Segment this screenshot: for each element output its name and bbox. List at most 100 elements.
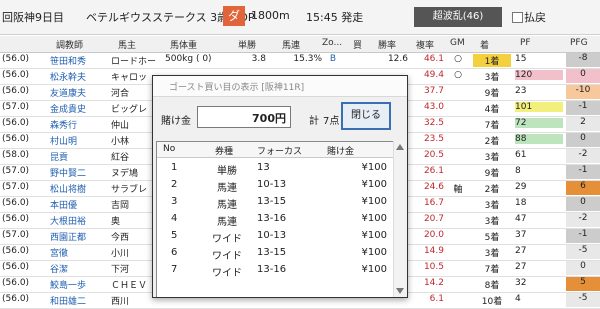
bet-amount: ¥100: [361, 179, 387, 190]
bets-col-type: 券種: [215, 147, 234, 157]
amount-input[interactable]: 700円: [197, 106, 291, 128]
finish-cell: 5着: [473, 230, 511, 243]
pf-cell: 27: [515, 246, 563, 256]
place-rate-cell: 23.5: [423, 134, 444, 144]
trainer-cell: 西園正都: [50, 233, 87, 243]
col-owner[interactable]: 馬主: [118, 38, 136, 51]
col-zone[interactable]: Zo...: [322, 38, 342, 48]
surface-badge: ダ: [223, 6, 245, 26]
pf-cell: 72: [515, 118, 563, 128]
bet-no: 1: [171, 162, 178, 173]
total-value: 7点: [323, 116, 340, 127]
bets-col-focus: フォーカス: [257, 147, 303, 157]
finish-cell: 3着: [473, 70, 511, 83]
col-buy[interactable]: 買: [353, 38, 362, 51]
col-pfg[interactable]: PFG: [570, 38, 588, 48]
pfg-cell: -10: [566, 85, 600, 99]
trainer-cell: 本田優: [50, 201, 78, 211]
bet-type: ワイド: [212, 251, 242, 262]
place-rate-cell: 32.5: [423, 118, 444, 128]
col-quinella[interactable]: 馬連: [282, 38, 300, 51]
pfg-cell: -5: [566, 293, 600, 307]
trainer-cell: 野中賢二: [50, 169, 87, 179]
gm-cell: 軸: [453, 185, 463, 195]
start-time: 15:45 発走: [306, 11, 364, 24]
bet-type: ワイド: [212, 234, 242, 245]
dialog-title: ゴースト買い目の表示 [阪神11R]: [169, 83, 305, 93]
bet-focus: 10-13: [257, 179, 287, 190]
col-win[interactable]: 単勝: [238, 38, 256, 51]
zone-cell: B: [329, 54, 337, 64]
place-rate-cell: 49.4: [423, 70, 444, 80]
bet-no: 5: [171, 230, 178, 241]
place-rate-cell: 14.9: [423, 246, 444, 256]
pfg-cell: 5: [566, 277, 600, 291]
table-row[interactable]: (56.0) 笹田和秀 ロードホー 500kg ( 0) 3.8 15.3% B 12.6 46…: [0, 52, 600, 69]
bet-no: 6: [171, 247, 178, 258]
pfg-cell: -2: [566, 213, 600, 227]
weight-cell: (56.0): [2, 134, 30, 144]
weight-cell: (56.0): [2, 86, 30, 96]
pfg-cell: 0: [566, 261, 600, 275]
place-rate-cell: 14.2: [423, 278, 444, 288]
bet-row[interactable]: 7 ワイド 13-16 ¥100: [157, 261, 393, 279]
trainer-cell: 谷潔: [50, 265, 69, 275]
bet-row[interactable]: 5 ワイド 10-13 ¥100: [157, 227, 393, 245]
weight-cell: (56.0): [2, 262, 30, 272]
finish-cell: 2着: [473, 134, 511, 147]
gm-cell: ○: [454, 70, 462, 80]
place-rate-cell: 37.7: [423, 86, 444, 96]
pf-cell: 23: [515, 86, 563, 96]
bet-type: 馬連: [217, 200, 237, 211]
finish-cell: 2着: [473, 182, 511, 195]
weight-cell: (56.0): [2, 70, 30, 80]
scroll-up-icon[interactable]: [396, 144, 404, 150]
dialog-titlebar[interactable]: ゴースト買い目の表示 [阪神11R]: [153, 76, 407, 97]
pfg-cell: -8: [566, 53, 600, 67]
weight-cell: (57.0): [2, 230, 30, 240]
bet-amount: ¥100: [361, 230, 387, 241]
pfg-cell: -2: [566, 149, 600, 163]
bet-row[interactable]: 1 単勝 13 ¥100: [157, 159, 393, 177]
place-rate-cell: 24.6: [423, 182, 444, 192]
col-win-rate[interactable]: 勝率: [378, 38, 396, 51]
pf-cell: 32: [515, 278, 563, 288]
pfg-cell: -1: [566, 229, 600, 243]
bet-row[interactable]: 2 馬連 10-13 ¥100: [157, 176, 393, 194]
exclude-checkbox[interactable]: [512, 12, 523, 23]
bet-row[interactable]: 3 馬連 13-15 ¥100: [157, 193, 393, 211]
col-trainer[interactable]: 調教師: [56, 38, 83, 51]
chaos-badge[interactable]: 超波乱(46): [414, 7, 502, 27]
trainer-cell: 友道康夫: [50, 89, 87, 99]
bet-type: ワイド: [212, 268, 242, 279]
col-pf[interactable]: PF: [520, 38, 531, 48]
bet-no: 4: [171, 213, 178, 224]
scroll-down-icon[interactable]: [396, 288, 404, 294]
finish-cell: 7着: [473, 118, 511, 131]
trainer-cell: 大根田裕: [50, 217, 87, 227]
finish-cell: 4着: [473, 102, 511, 115]
weight-cell: (56.0): [2, 54, 30, 64]
bets-list: No 券種 フォーカス 賭け金 1 単勝 13 ¥100 2 馬連 10-13 ¥100 3 馬連…: [156, 141, 394, 297]
bets-scrollbar[interactable]: [393, 141, 406, 297]
bet-row[interactable]: 6 ワイド 13-15 ¥100: [157, 244, 393, 262]
close-button[interactable]: 閉じる: [341, 102, 391, 130]
place-rate-cell: 43.0: [423, 102, 444, 112]
race-header: 回阪神9日目 ベテルギウスステークス 3歳上OP ダ 1800m 15:45 発…: [0, 0, 600, 35]
pf-cell: 29: [515, 182, 563, 192]
pfg-cell: -5: [566, 245, 600, 259]
bet-no: 2: [171, 179, 178, 190]
bet-row[interactable]: 4 馬連 13-16 ¥100: [157, 210, 393, 228]
place-rate-cell: 26.1: [423, 166, 444, 176]
col-gm[interactable]: GM: [450, 38, 465, 48]
finish-cell: 3着: [473, 214, 511, 227]
col-finish[interactable]: 着: [480, 38, 489, 51]
total-label: 計: [309, 116, 319, 127]
place-rate-cell: 46.1: [423, 54, 444, 64]
pfg-cell: 2: [566, 117, 600, 131]
pf-cell: 88: [515, 134, 563, 144]
pf-cell: 120: [515, 70, 563, 80]
col-place-rate[interactable]: 複率: [416, 38, 434, 51]
amount-value: 700円: [252, 112, 286, 125]
col-weight[interactable]: 馬体重: [170, 38, 197, 51]
